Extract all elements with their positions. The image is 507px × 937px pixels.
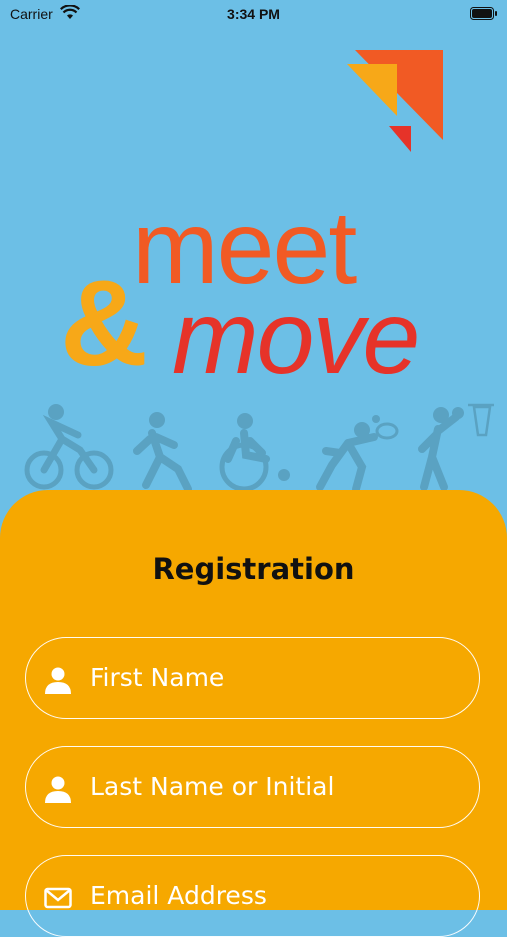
battery-icon [470, 7, 497, 20]
status-bar: Carrier 3:34 PM [0, 0, 507, 28]
logo-move: move [172, 280, 420, 396]
last-name-field[interactable]: Last Name or Initial [25, 746, 480, 828]
last-name-placeholder: Last Name or Initial [90, 772, 335, 801]
registration-title: Registration [152, 552, 355, 586]
email-placeholder: Email Address [90, 881, 267, 910]
cyclist-icon [24, 404, 114, 490]
tennis-player-icon [316, 415, 399, 493]
runner-icon [133, 412, 192, 493]
first-name-placeholder: First Name [90, 663, 225, 692]
clock-time: 3:34 PM [227, 6, 280, 22]
basketball-player-icon [418, 403, 494, 491]
wheelchair-athlete-icon [219, 413, 290, 492]
first-name-field[interactable]: First Name [25, 637, 480, 719]
logo-ampersand: & [60, 255, 149, 391]
brand-mark-icon [347, 50, 443, 152]
sports-silhouettes-icon [24, 403, 494, 493]
email-field[interactable]: Email Address [25, 855, 480, 937]
person-icon [45, 667, 71, 694]
envelope-icon [44, 887, 72, 909]
person-icon [45, 776, 71, 803]
